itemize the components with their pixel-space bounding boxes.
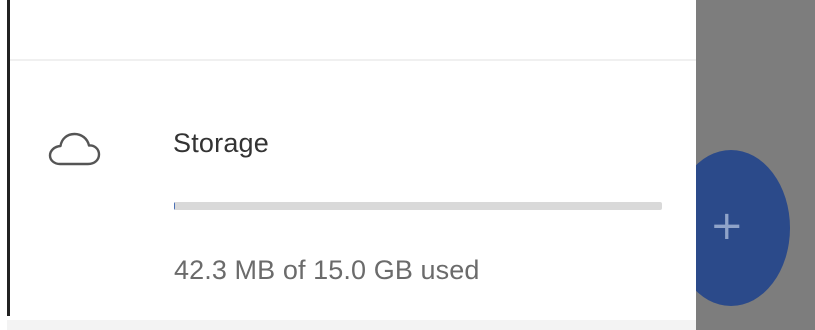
- storage-progress-bar: [174, 202, 662, 210]
- left-border: [7, 0, 10, 316]
- storage-usage-text: 42.3 MB of 15.0 GB used: [174, 255, 480, 285]
- storage-title: Storage: [173, 128, 269, 158]
- navigation-drawer: Storage 42.3 MB of 15.0 GB used: [0, 0, 696, 330]
- storage-progress-fill: [174, 202, 176, 210]
- drawer-divider: [10, 59, 696, 61]
- bottom-border: [7, 320, 696, 330]
- cloud-icon: [48, 132, 101, 166]
- app-screen: + Storage 42.3 MB of 15.0 GB used: [0, 0, 815, 330]
- plus-icon: +: [710, 203, 744, 249]
